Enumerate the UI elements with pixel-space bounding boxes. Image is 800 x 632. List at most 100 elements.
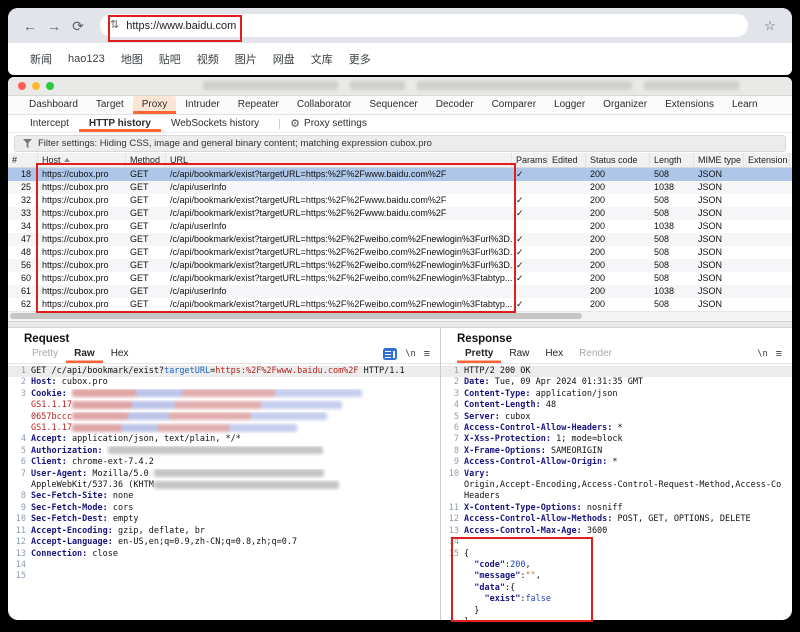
bookmark-link--[interactable]: 更多	[349, 51, 371, 67]
main-tab-sequencer[interactable]: Sequencer	[360, 96, 426, 114]
proxy-settings-label[interactable]: Proxy settings	[304, 118, 367, 129]
bookmark-link--[interactable]: 贴吧	[159, 51, 181, 67]
line-number	[441, 571, 464, 582]
request-editor[interactable]: 1GET /c/api/bookmark/exist?targetURL=htt…	[8, 364, 440, 620]
history-row-47[interactable]: 47https://cubox.proGET/c/api/bookmark/ex…	[8, 233, 792, 246]
forward-icon[interactable]: →	[44, 19, 64, 33]
line-content: GS1.1.17	[31, 423, 440, 434]
line-number: 9	[441, 457, 464, 468]
site-info-icon[interactable]: ⇅	[110, 20, 119, 31]
column-header-edited[interactable]: Edited	[548, 153, 586, 167]
bookmark-star-icon[interactable]: ☆	[760, 19, 780, 33]
cell-status: 200	[586, 272, 650, 285]
line-number: 12	[441, 514, 464, 525]
bookmark-link--[interactable]: 文库	[311, 51, 333, 67]
history-row-25[interactable]: 25https://cubox.proGET/c/api/userInfo200…	[8, 181, 792, 194]
column-header-num[interactable]: #	[8, 153, 38, 167]
main-tab-collaborator[interactable]: Collaborator	[288, 96, 360, 114]
bookmark-link--[interactable]: 视频	[197, 51, 219, 67]
cell-title	[790, 181, 792, 194]
request-tab-hex[interactable]: Hex	[103, 346, 137, 363]
column-header-status-code[interactable]: Status code	[586, 153, 650, 167]
bookmark-link--[interactable]: 地图	[121, 51, 143, 67]
line-number: 9	[8, 503, 31, 514]
scrollbar-thumb[interactable]	[10, 313, 582, 319]
history-row-62[interactable]: 62https://cubox.proGET/c/api/bookmark/ex…	[8, 298, 792, 311]
request-tab-raw[interactable]: Raw	[66, 346, 103, 363]
sub-tab-http-history[interactable]: HTTP history	[79, 115, 161, 132]
sub-tab-intercept[interactable]: Intercept	[20, 115, 79, 132]
column-header-params[interactable]: Params	[512, 153, 548, 167]
history-row-56[interactable]: 56https://cubox.proGET/c/api/bookmark/ex…	[8, 259, 792, 272]
history-row-60[interactable]: 60https://cubox.proGET/c/api/bookmark/ex…	[8, 272, 792, 285]
newline-toggle-icon[interactable]: \n	[405, 349, 415, 359]
history-row-18[interactable]: 18https://cubox.proGET/c/api/bookmark/ex…	[8, 168, 792, 181]
column-header-host[interactable]: Host	[38, 153, 126, 167]
main-tab-repeater[interactable]: Repeater	[229, 96, 288, 114]
cell-number: 32	[8, 194, 38, 207]
minimize-button[interactable]	[32, 82, 40, 90]
horizontal-scrollbar[interactable]	[8, 311, 792, 321]
code-line: GS1.1.17	[8, 423, 440, 434]
history-row-48[interactable]: 48https://cubox.proGET/c/api/bookmark/ex…	[8, 246, 792, 259]
cell-url: /c/api/userInfo	[166, 285, 512, 298]
main-tab-comparer[interactable]: Comparer	[483, 96, 545, 114]
main-tab-dashboard[interactable]: Dashboard	[20, 96, 87, 114]
filter-bar[interactable]: Filter settings: Hiding CSS, image and g…	[8, 133, 792, 153]
panel-menu-icon[interactable]: ≡	[424, 348, 430, 360]
bookmark-link--[interactable]: 图片	[235, 51, 257, 67]
cell-length: 508	[650, 233, 694, 246]
line-content: AppleWebKit/537.36 (KHTM	[31, 480, 440, 491]
bookmarks-bar: 新闻 hao123 地图贴吧视频图片网盘文库更多	[8, 43, 792, 75]
cell-method: GET	[126, 181, 166, 194]
cell-title	[790, 259, 792, 272]
column-header-method[interactable]: Method	[126, 153, 166, 167]
panel-menu-icon[interactable]: ≡	[776, 348, 782, 360]
newline-toggle-icon[interactable]: \n	[757, 349, 767, 359]
column-header-extension[interactable]: Extension	[744, 153, 790, 167]
cell-params: ✓	[512, 233, 548, 246]
cell-extension	[744, 207, 790, 220]
main-tab-target[interactable]: Target	[87, 96, 133, 114]
line-content: Cookie:	[31, 389, 440, 400]
history-row-61[interactable]: 61https://cubox.proGET/c/api/userInfo200…	[8, 285, 792, 298]
cell-edited	[548, 181, 586, 194]
response-tab-hex[interactable]: Hex	[537, 346, 571, 363]
panel-splitter[interactable]	[8, 321, 792, 328]
address-bar[interactable]: ⇅ https://www.baidu.com	[100, 14, 748, 37]
inspector-toggle-icon[interactable]	[383, 348, 397, 360]
response-tab-render[interactable]: Render	[571, 346, 620, 363]
funnel-icon	[23, 139, 32, 148]
main-tab-proxy[interactable]: Proxy	[133, 96, 177, 114]
main-tab-learn[interactable]: Learn	[723, 96, 767, 114]
bookmark-link-hao123[interactable]: hao123	[68, 53, 105, 65]
maximize-button[interactable]	[46, 82, 54, 90]
request-tab-pretty[interactable]: Pretty	[24, 346, 66, 363]
bookmark-link--[interactable]: 网盘	[273, 51, 295, 67]
reload-icon[interactable]: ⟳	[68, 19, 88, 33]
response-editor[interactable]: 1HTTP/2 200 OK2Date: Tue, 09 Apr 2024 01…	[441, 364, 792, 620]
history-row-34[interactable]: 34https://cubox.proGET/c/api/userInfo200…	[8, 220, 792, 233]
column-header-url[interactable]: URL	[166, 153, 512, 167]
response-tab-raw[interactable]: Raw	[501, 346, 537, 363]
history-row-32[interactable]: 32https://cubox.proGET/c/api/bookmark/ex…	[8, 194, 792, 207]
gear-icon[interactable]: ⚙	[290, 117, 300, 130]
main-tab-decoder[interactable]: Decoder	[427, 96, 483, 114]
main-tab-logger[interactable]: Logger	[545, 96, 594, 114]
main-tab-extensions[interactable]: Extensions	[656, 96, 723, 114]
back-icon[interactable]: ←	[20, 19, 40, 33]
filter-settings-text: Filter settings: Hiding CSS, image and g…	[38, 138, 432, 149]
column-header-mime-type[interactable]: MIME type	[694, 153, 744, 167]
close-button[interactable]	[18, 82, 26, 90]
code-line: 10Vary:	[441, 469, 792, 480]
column-header-t[interactable]: T	[790, 153, 792, 167]
main-tab-organizer[interactable]: Organizer	[594, 96, 656, 114]
column-header-length[interactable]: Length	[650, 153, 694, 167]
sub-tab-websockets-history[interactable]: WebSockets history	[161, 115, 269, 132]
response-tab-pretty[interactable]: Pretty	[457, 346, 501, 363]
code-line: 14	[441, 537, 792, 548]
main-tab-intruder[interactable]: Intruder	[176, 96, 228, 114]
history-row-33[interactable]: 33https://cubox.proGET/c/api/bookmark/ex…	[8, 207, 792, 220]
cell-edited	[548, 194, 586, 207]
bookmark-link--[interactable]: 新闻	[30, 51, 52, 67]
